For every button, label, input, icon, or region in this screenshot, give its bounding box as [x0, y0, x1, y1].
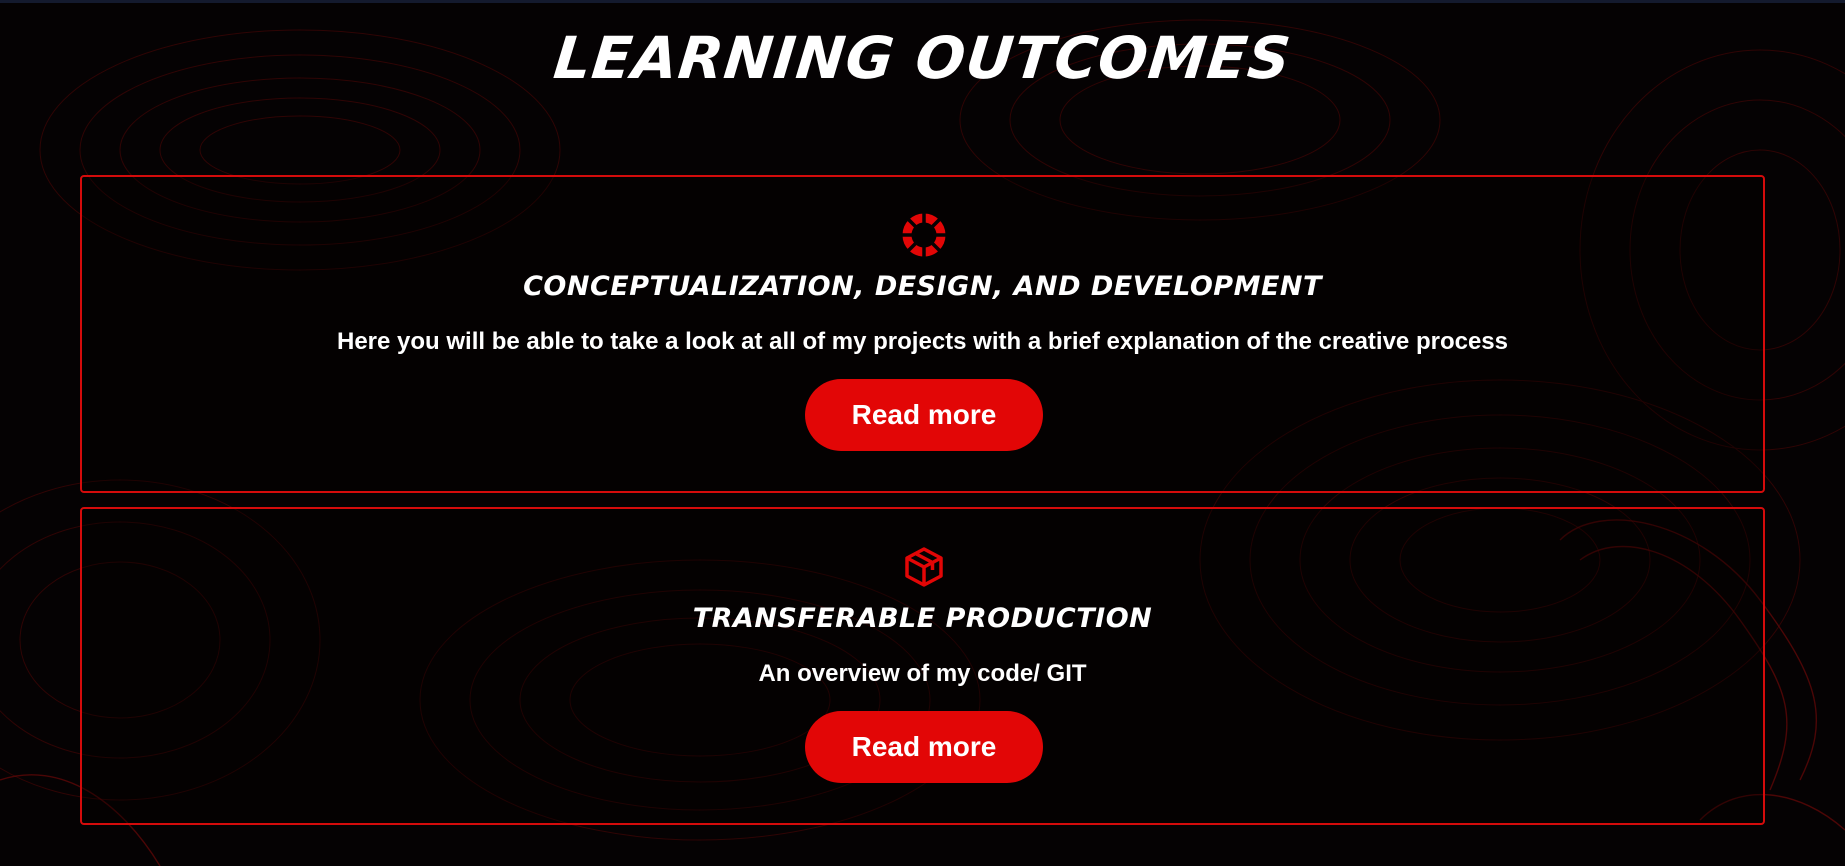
read-more-button[interactable]: Read more [805, 379, 1043, 451]
learning-outcome-card: TRANSFERABLE PRODUCTION An overview of m… [80, 507, 1765, 825]
learning-outcome-card: CONCEPTUALIZATION, DESIGN, AND DEVELOPME… [80, 175, 1765, 493]
card-title: CONCEPTUALIZATION, DESIGN, AND DEVELOPME… [523, 271, 1322, 302]
page-title: LEARNING OUTCOMES [550, 24, 1295, 92]
card-description: An overview of my code/ GIT [758, 660, 1087, 687]
card-description: Here you will be able to take a look at … [336, 328, 1508, 355]
read-more-button[interactable]: Read more [805, 711, 1043, 783]
card-title: TRANSFERABLE PRODUCTION [692, 603, 1153, 634]
package-icon [905, 547, 943, 587]
lifebuoy-icon [902, 213, 946, 257]
